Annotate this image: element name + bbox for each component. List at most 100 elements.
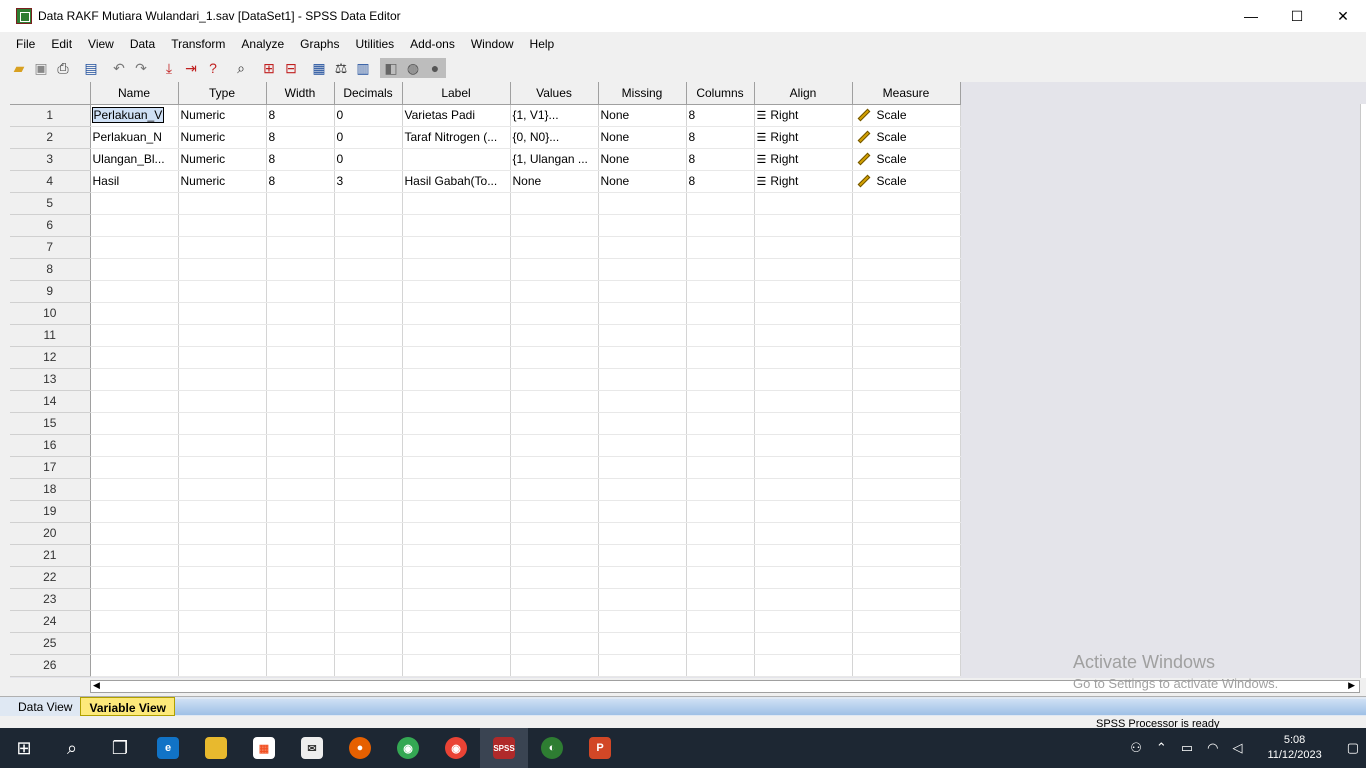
col-header-missing[interactable]: Missing <box>598 82 687 105</box>
cell-decimals[interactable]: 3 <box>334 170 403 193</box>
empty-cell[interactable] <box>598 192 687 215</box>
empty-cell[interactable] <box>178 214 267 237</box>
empty-cell[interactable] <box>852 632 961 655</box>
empty-cell[interactable] <box>686 280 755 303</box>
empty-cell[interactable] <box>510 192 599 215</box>
empty-cell[interactable] <box>852 566 961 589</box>
cell-name[interactable]: Hasil <box>90 170 179 193</box>
cell-align[interactable]: ☰ Right <box>754 104 853 127</box>
empty-cell[interactable] <box>686 324 755 347</box>
empty-cell[interactable] <box>754 324 853 347</box>
empty-cell[interactable] <box>90 192 179 215</box>
row-number[interactable]: 25 <box>10 632 91 655</box>
cell-width[interactable]: 8 <box>266 126 335 149</box>
print-icon[interactable]: ⎙ <box>52 58 74 78</box>
empty-cell[interactable] <box>90 522 179 545</box>
empty-cell[interactable] <box>178 456 267 479</box>
empty-cell[interactable] <box>266 522 335 545</box>
tab-variable-view[interactable]: Variable View <box>80 697 175 716</box>
cell-width[interactable]: 8 <box>266 170 335 193</box>
empty-cell[interactable] <box>90 544 179 567</box>
empty-cell[interactable] <box>686 214 755 237</box>
empty-cell[interactable] <box>598 302 687 325</box>
col-header-measure[interactable]: Measure <box>852 82 961 105</box>
row-number[interactable]: 9 <box>10 280 91 303</box>
empty-cell[interactable] <box>686 610 755 633</box>
empty-cell[interactable] <box>402 324 511 347</box>
chevron-up-icon[interactable]: ⌃ <box>1156 740 1167 756</box>
scroll-right-icon[interactable]: ▶ <box>1348 680 1355 691</box>
empty-cell[interactable] <box>852 192 961 215</box>
cell-measure[interactable]: Scale <box>852 170 961 193</box>
row-number[interactable]: 10 <box>10 302 91 325</box>
notification-icon[interactable]: ▢ <box>1347 740 1359 756</box>
empty-cell[interactable] <box>90 478 179 501</box>
vertical-scrollbar[interactable] <box>1360 104 1366 678</box>
cell-missing[interactable]: None <box>598 126 687 149</box>
cell-missing[interactable]: None <box>598 170 687 193</box>
empty-cell[interactable] <box>510 544 599 567</box>
cell-type[interactable]: Numeric <box>178 148 267 171</box>
empty-cell[interactable] <box>510 478 599 501</box>
show-all-variables-icon[interactable]: ● <box>424 58 446 78</box>
empty-cell[interactable] <box>754 522 853 545</box>
empty-cell[interactable] <box>334 522 403 545</box>
row-number[interactable]: 1 <box>10 104 91 127</box>
empty-cell[interactable] <box>686 566 755 589</box>
row-number[interactable]: 5 <box>10 192 91 215</box>
cell-values[interactable]: None <box>510 170 599 193</box>
menu-data[interactable]: Data <box>122 37 163 51</box>
col-header-label[interactable]: Label <box>402 82 511 105</box>
empty-cell[interactable] <box>852 500 961 523</box>
row-number[interactable]: 13 <box>10 368 91 391</box>
empty-cell[interactable] <box>178 412 267 435</box>
empty-cell[interactable] <box>510 324 599 347</box>
task-view-icon[interactable]: ❐ <box>96 728 144 768</box>
empty-cell[interactable] <box>686 588 755 611</box>
cell-decimals[interactable]: 0 <box>334 104 403 127</box>
empty-cell[interactable] <box>334 192 403 215</box>
empty-cell[interactable] <box>598 258 687 281</box>
save-icon[interactable]: ▣ <box>30 58 52 78</box>
row-number[interactable]: 2 <box>10 126 91 149</box>
cell-name[interactable]: Perlakuan_N <box>90 126 179 149</box>
empty-cell[interactable] <box>598 522 687 545</box>
cell-missing[interactable]: None <box>598 148 687 171</box>
empty-cell[interactable] <box>402 544 511 567</box>
close-button[interactable]: ✕ <box>1320 0 1366 32</box>
mail-icon[interactable]: ✉ <box>288 728 336 768</box>
empty-cell[interactable] <box>686 434 755 457</box>
use-sets-icon[interactable]: ◍ <box>402 58 424 78</box>
empty-cell[interactable] <box>266 456 335 479</box>
empty-cell[interactable] <box>598 456 687 479</box>
col-header-name[interactable]: Name <box>90 82 179 105</box>
empty-cell[interactable] <box>510 610 599 633</box>
insert-cases-icon[interactable]: ⊞ <box>258 58 280 78</box>
row-number[interactable]: 20 <box>10 522 91 545</box>
row-number[interactable]: 17 <box>10 456 91 479</box>
empty-cell[interactable] <box>852 258 961 281</box>
empty-cell[interactable] <box>266 258 335 281</box>
empty-cell[interactable] <box>510 434 599 457</box>
empty-cell[interactable] <box>510 456 599 479</box>
tab-data-view[interactable]: Data View <box>10 697 80 716</box>
row-number[interactable]: 18 <box>10 478 91 501</box>
cell-width[interactable]: 8 <box>266 148 335 171</box>
col-header-width[interactable]: Width <box>266 82 335 105</box>
empty-cell[interactable] <box>178 588 267 611</box>
empty-cell[interactable] <box>178 632 267 655</box>
menu-graphs[interactable]: Graphs <box>292 37 347 51</box>
goto-case-icon[interactable]: ⤓ <box>158 58 180 78</box>
empty-cell[interactable] <box>334 346 403 369</box>
empty-cell[interactable] <box>754 434 853 457</box>
empty-cell[interactable] <box>90 588 179 611</box>
empty-cell[interactable] <box>90 324 179 347</box>
col-header-align[interactable]: Align <box>754 82 853 105</box>
spss-app-icon[interactable] <box>16 8 32 24</box>
row-number[interactable]: 19 <box>10 500 91 523</box>
empty-cell[interactable] <box>598 346 687 369</box>
variables-icon[interactable]: ? <box>202 58 224 78</box>
empty-cell[interactable] <box>510 522 599 545</box>
edge-icon[interactable]: e <box>144 728 192 768</box>
value-labels-icon[interactable]: ◧ <box>380 58 402 78</box>
